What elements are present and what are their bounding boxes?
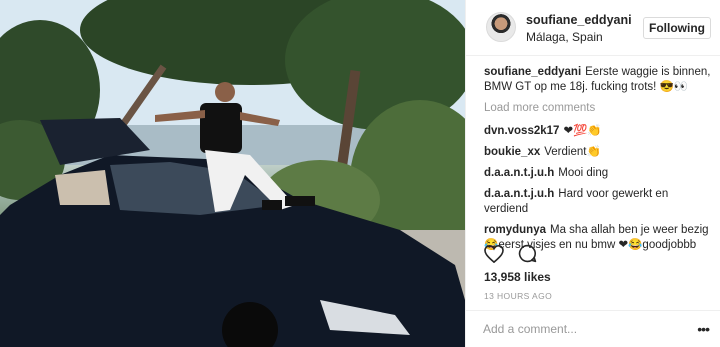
comment-bubble-icon[interactable] [518,244,537,268]
post-details-panel: soufiane_eddyani Málaga, Spain Following… [465,0,720,347]
list-item: boukie_xx Verdient👏 [484,145,712,160]
ellipsis-icon[interactable]: ••• [697,321,710,337]
list-item: d.a.a.n.t.j.u.h Hard voor gewerkt en verd… [484,187,712,217]
list-item: d.a.a.n.t.j.u.h Mooi ding [484,166,712,181]
caption: soufiane_eddyani Eerste waggie is binnen,… [484,65,712,95]
comment-username[interactable]: romydunya [484,224,546,236]
avatar[interactable] [486,12,516,42]
load-more-comments-link[interactable]: Load more comments [484,101,712,116]
comment-username[interactable]: dvn.voss2k17 [484,125,559,137]
post-actions [484,244,547,266]
likes-count[interactable]: 13,958 likes [484,270,551,284]
list-item: dvn.voss2k17 ❤💯👏 [484,124,712,139]
heart-icon[interactable] [484,244,504,268]
post-header: soufiane_eddyani Málaga, Spain Following [466,0,720,56]
photo-illustration [0,0,465,347]
comment-text: Mooi ding [558,167,609,179]
location-link[interactable]: Málaga, Spain [526,30,603,44]
comment-username[interactable]: boukie_xx [484,146,540,158]
post-photo[interactable] [0,0,465,347]
comments-section: soufiane_eddyani Eerste waggie is binnen,… [484,65,712,259]
add-comment-bar: ••• [466,310,720,347]
comment-username[interactable]: d.a.a.n.t.j.u.h [484,167,554,179]
post-timestamp[interactable]: 13 HOURS AGO [484,291,552,301]
caption-username[interactable]: soufiane_eddyani [484,66,581,78]
comment-username[interactable]: d.a.a.n.t.j.u.h [484,188,554,200]
comment-text: Verdient👏 [544,146,601,158]
following-button[interactable]: Following [643,17,711,39]
comment-text: ❤💯👏 [563,125,602,137]
header-username[interactable]: soufiane_eddyani [526,13,632,27]
add-comment-input[interactable] [483,320,673,338]
